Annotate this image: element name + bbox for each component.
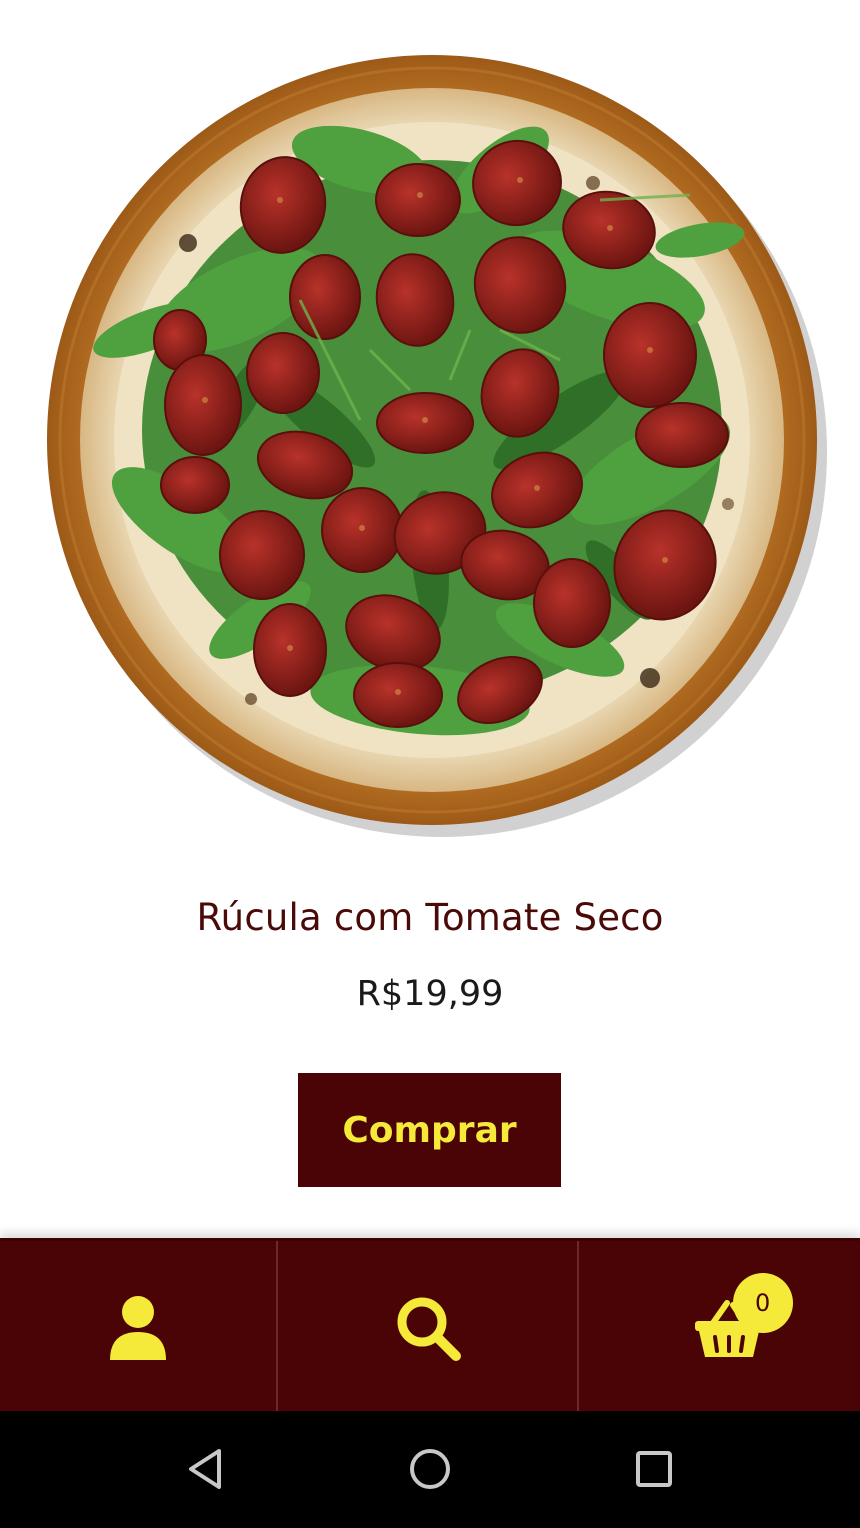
product-screen: Rúcula com Tomate Seco R$19,99 Comprar 0 [0, 0, 860, 1528]
recents-icon [636, 1451, 672, 1487]
search-icon [397, 1297, 461, 1361]
product-price: R$19,99 [356, 974, 504, 1014]
system-nav-bar [0, 1411, 860, 1528]
nav-search[interactable] [278, 1241, 579, 1414]
system-recents-button[interactable] [626, 1441, 682, 1497]
system-back-button[interactable] [177, 1441, 233, 1497]
nav-profile[interactable] [0, 1241, 279, 1414]
back-icon [189, 1449, 221, 1489]
product-name: Rúcula com Tomate Seco [196, 896, 664, 939]
buy-button[interactable]: Comprar [298, 1073, 561, 1187]
pizza-image [47, 55, 827, 837]
system-home-button[interactable] [402, 1441, 458, 1497]
user-icon [110, 1295, 167, 1360]
nav-cart[interactable]: 0 [579, 1241, 860, 1414]
cart-count-badge: 0 [732, 1273, 793, 1333]
bottom-nav: 0 [0, 1238, 860, 1414]
home-icon [410, 1449, 450, 1489]
